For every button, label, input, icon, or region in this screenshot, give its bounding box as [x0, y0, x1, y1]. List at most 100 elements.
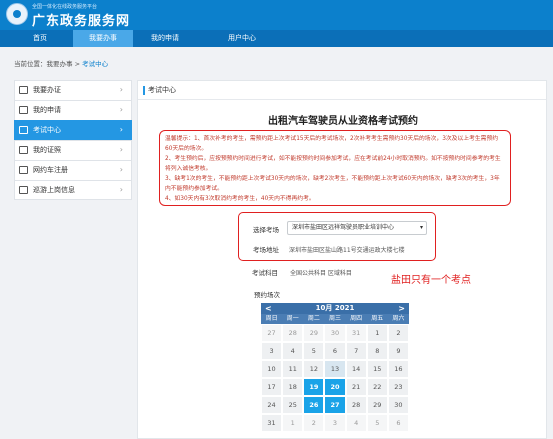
breadcrumb-prefix[interactable]: 当前位置：我要办事 > — [14, 60, 82, 68]
breadcrumb-current[interactable]: 考试中心 — [82, 60, 108, 68]
calendar-day: 12 — [304, 361, 324, 377]
logo-title[interactable]: 广东政务服务网 — [32, 10, 130, 29]
sidebar-item-label: 我要办证 — [33, 86, 61, 94]
subject-value: 全国公共科目 区域科目 — [290, 270, 352, 277]
calendar-week-row: 31 1 2 3 4 5 6 — [261, 414, 409, 432]
sidebar-item-my-applications[interactable]: 我的申请 › — [14, 100, 132, 120]
edit-icon — [19, 106, 28, 114]
sidebar-item-label: 我的申请 — [33, 106, 61, 114]
calendar-day: 15 — [367, 361, 387, 377]
calendar-body: 27 28 29 30 31 1 2 3 4 5 6 7 8 9 10 11 12 13 14 15 16 17 18 19 2… — [261, 324, 409, 432]
calendar-day: 4 — [283, 343, 303, 359]
caret-down-icon: ▾ — [419, 224, 423, 231]
user-icon — [19, 86, 28, 94]
calendar-day: 10 — [262, 361, 282, 377]
calendar-day: 1 — [367, 325, 387, 341]
calendar-day: 25 — [283, 397, 303, 413]
chevron-right-icon: › — [119, 145, 123, 154]
sidebar-item-apply-license[interactable]: 我要办证 › — [14, 80, 132, 100]
calendar-day: 14 — [346, 361, 366, 377]
nav-home[interactable]: 首页 — [14, 30, 66, 47]
venue-select[interactable]: 深圳市盐田区远祥驾驶员职业培训中心 ▾ — [287, 221, 427, 235]
calendar-week-row: 17 18 19 20 21 22 23 — [261, 378, 409, 396]
calendar-day: 2 — [388, 325, 408, 341]
calendar-day: 16 — [388, 361, 408, 377]
calendar-weekday: 周五 — [371, 315, 384, 322]
main-nav: 首页 我要办事 我的申请 用户中心 — [0, 30, 553, 47]
address-value: 深圳市盐田区盐山路11号交通运政大楼七楼 — [289, 247, 405, 254]
calendar-day: 11 — [283, 361, 303, 377]
calendar: < 10月 2021 > 周日 周一 周二 周三 周四 周五 周六 27 28 29 30 31 1 2… — [261, 303, 409, 432]
calendar-day: 9 — [388, 343, 408, 359]
calendar-day: 5 — [304, 343, 324, 359]
chevron-right-icon: › — [119, 105, 123, 114]
calendar-day: 1 — [283, 415, 303, 431]
address-label: 考场地址 — [253, 246, 279, 254]
nav-user-center[interactable]: 用户中心 — [207, 30, 277, 47]
calendar-day: 13 — [325, 361, 345, 377]
site-header: 全国一体化在线政务服务平台 广东政务服务网 — [0, 0, 553, 30]
calendar-day: 5 — [367, 415, 387, 431]
calendar-week-row: 3456789 — [261, 342, 409, 360]
id-card-icon — [19, 146, 28, 154]
national-emblem-logo — [6, 3, 28, 25]
calendar-day: 30 — [388, 397, 408, 413]
calendar-day: 29 — [367, 397, 387, 413]
calendar-weekdays: 周日 周一 周二 周三 周四 周五 周六 — [261, 314, 409, 324]
calendar-day-available[interactable]: 19 — [304, 379, 324, 395]
calendar-day: 18 — [283, 379, 303, 395]
notice-line: 温馨提示：1、首次补考的考生，需预约距上次考试15天后的考试场次，2次补考考生需… — [165, 136, 499, 152]
calendar-weekday: 周四 — [350, 315, 363, 322]
calendar-next-button[interactable]: > — [398, 303, 405, 314]
calendar-day: 31 — [262, 415, 282, 431]
sidebar-item-exam-center[interactable]: 考试中心 › — [14, 120, 132, 140]
calendar-day-available[interactable]: 20 — [325, 379, 345, 395]
chevron-right-icon: › — [119, 165, 123, 174]
calendar-day: 3 — [325, 415, 345, 431]
sidebar-item-label: 我的证照 — [33, 146, 61, 154]
sidebar-item-cruise-duty-info[interactable]: 巡游上岗信息 › — [14, 180, 132, 200]
calendar-week-row: 27 28 29 30 31 1 2 — [261, 324, 409, 342]
calendar-day: 21 — [346, 379, 366, 395]
calendar-week-row: 10 11 12 13 14 15 16 — [261, 360, 409, 378]
calendar-day: 28 — [283, 325, 303, 341]
calendar-day: 28 — [346, 397, 366, 413]
exam-center-panel: 考试中心 出租汽车驾驶员从业资格考试预约 温馨提示：1、首次补考的考生，需预约距… — [137, 80, 547, 439]
sidebar-item-label: 考试中心 — [33, 126, 61, 134]
sidebar: 我要办证 › 我的申请 › 考试中心 › 我的证照 › 网约车注册 › 巡游上岗… — [14, 80, 132, 200]
calendar-day: 30 — [325, 325, 345, 341]
calendar-day: 7 — [346, 343, 366, 359]
calendar-weekday: 周二 — [307, 315, 320, 322]
venue-select-value: 深圳市盐田区远祥驾驶员职业培训中心 — [292, 224, 395, 231]
chevron-right-icon: › — [119, 185, 123, 194]
calendar-day-available[interactable]: 27 — [325, 397, 345, 413]
sidebar-item-my-certificates[interactable]: 我的证照 › — [14, 140, 132, 160]
notice-box: 温馨提示：1、首次补考的考生，需预约距上次考试15天后的考试场次，2次补考考生需… — [159, 130, 511, 206]
page-title: 出租汽车驾驶员从业资格考试预约 — [268, 116, 418, 127]
nav-applications[interactable]: 我的申请 — [137, 30, 193, 47]
calendar-weekday: 周六 — [392, 315, 405, 322]
notice-line: 4、如30天内有3次取消约考的考生，40天内不得再约考。 — [165, 196, 315, 202]
calendar-prev-button[interactable]: < — [265, 303, 272, 314]
chevron-right-icon: › — [119, 125, 123, 134]
car-icon — [19, 166, 28, 174]
calendar-day: 6 — [325, 343, 345, 359]
calendar-header: < 10月 2021 > — [261, 303, 409, 314]
calendar-day: 24 — [262, 397, 282, 413]
sidebar-item-ride-hailing-registration[interactable]: 网约车注册 › — [14, 160, 132, 180]
calendar-day: 22 — [367, 379, 387, 395]
calendar-day: 2 — [304, 415, 324, 431]
nav-services[interactable]: 我要办事 — [73, 30, 133, 47]
calendar-week-row: 24 25 26 27 28 29 30 — [261, 396, 409, 414]
venue-label: 选择考场 — [253, 226, 279, 234]
calendar-weekday: 周一 — [286, 315, 299, 322]
notice-line: 3、缺考1次的考生，不能预约距上次考试30天内的场次，缺考2次考生，不能预约距上… — [165, 176, 500, 192]
sidebar-item-label: 网约车注册 — [33, 166, 68, 174]
breadcrumb: 当前位置：我要办事 > 考试中心 — [14, 58, 108, 68]
calendar-day-available[interactable]: 26 — [304, 397, 324, 413]
calendar-day: 17 — [262, 379, 282, 395]
venue-form-highlight: 选择考场 深圳市盐田区远祥驾驶员职业培训中心 ▾ 考场地址 深圳市盐田区盐山路1… — [238, 212, 436, 261]
sidebar-item-label: 巡游上岗信息 — [33, 186, 75, 194]
calendar-day: 23 — [388, 379, 408, 395]
info-icon — [19, 186, 28, 194]
